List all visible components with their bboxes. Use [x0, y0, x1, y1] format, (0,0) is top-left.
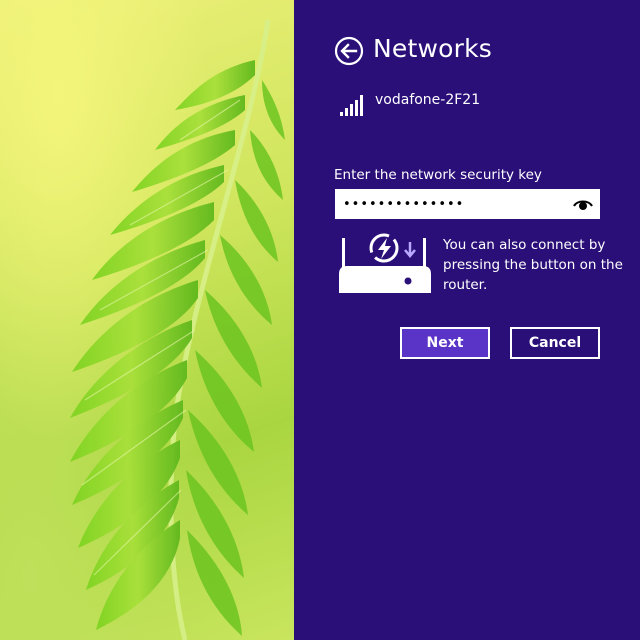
security-key-label: Enter the network security key [334, 167, 542, 183]
page-title: Networks [373, 34, 493, 63]
security-key-field[interactable] [335, 189, 600, 219]
back-arrow-icon [334, 36, 364, 66]
next-button[interactable]: Next [400, 327, 490, 359]
security-key-input[interactable] [343, 193, 568, 215]
router-wps-icon [339, 233, 431, 293]
fern-leaf-image [70, 19, 285, 640]
cancel-button[interactable]: Cancel [510, 327, 600, 359]
network-name: vodafone-2F21 [375, 92, 481, 108]
wifi-signal-icon [340, 95, 363, 116]
network-panel: Networks vodafone-2F21 Enter the network… [294, 0, 640, 640]
back-button[interactable] [334, 36, 364, 66]
wallpaper [0, 0, 294, 640]
wps-instructions: You can also connect by pressing the but… [443, 237, 623, 293]
eye-icon[interactable] [573, 197, 593, 211]
